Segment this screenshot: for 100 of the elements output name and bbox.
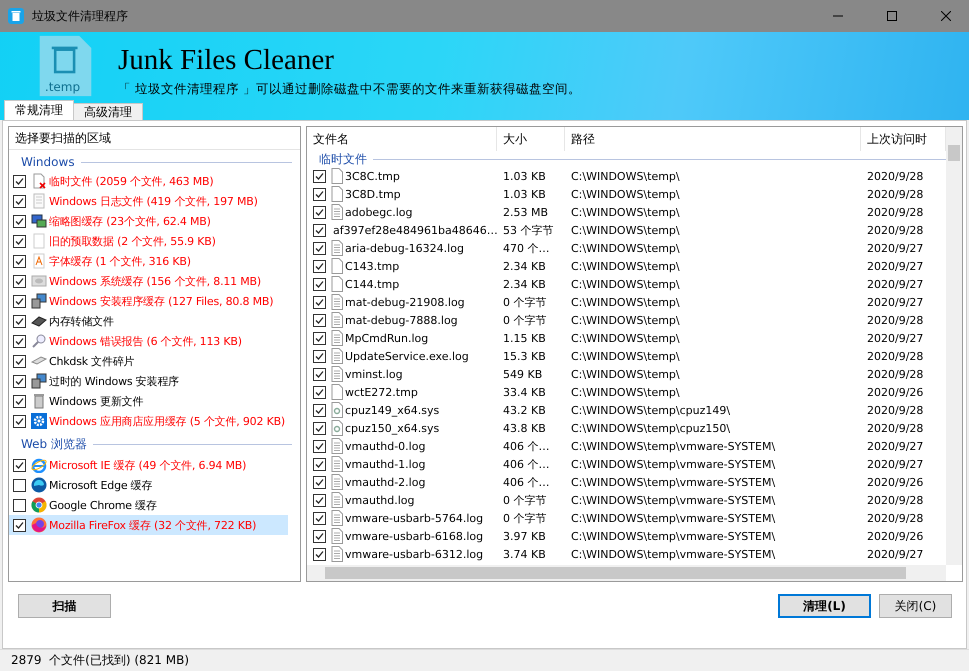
checkbox[interactable]: [313, 494, 326, 506]
checkbox[interactable]: [313, 422, 326, 434]
checkbox[interactable]: [13, 174, 26, 188]
checkbox[interactable]: [313, 530, 326, 542]
scan-area-item[interactable]: Chkdsk 文件碎片: [9, 351, 288, 371]
scan-area-item[interactable]: Windows 日志文件 (419 个文件, 197 MB): [9, 191, 288, 211]
checkbox[interactable]: [13, 478, 26, 492]
system-file-icon: [331, 402, 343, 418]
checkbox[interactable]: [13, 294, 26, 308]
text-file-icon: [331, 546, 343, 562]
checkbox[interactable]: [13, 194, 26, 208]
file-path: C:\WINDOWS\temp\: [571, 224, 680, 236]
file-path: C:\WINDOWS\temp\vmware-SYSTEM\: [571, 494, 776, 506]
window-title: 垃圾文件清理程序: [32, 8, 129, 24]
access-date: 2020/9/26: [867, 530, 924, 542]
checkbox[interactable]: [313, 188, 326, 200]
file-size: 0 个字节: [503, 492, 546, 508]
font-file-icon: [31, 253, 47, 269]
checkbox[interactable]: [313, 296, 326, 308]
checkbox[interactable]: [313, 242, 326, 254]
scan-area-item[interactable]: 缩略图缓存 (23个文件, 62.4 MB): [9, 211, 288, 231]
tab[interactable]: 常规清理: [4, 100, 74, 120]
file-path: C:\WINDOWS\temp\: [571, 278, 680, 290]
column-header[interactable]: 大小: [497, 127, 565, 151]
text-file-icon: [331, 348, 343, 364]
clean-button[interactable]: 清理(L): [778, 594, 871, 618]
file-name: vmauthd-0.log: [345, 440, 426, 452]
checkbox[interactable]: [313, 224, 326, 236]
scan-area-item[interactable]: Microsoft Edge 缓存: [9, 475, 288, 495]
file-path: C:\WINDOWS\temp\vmware-SYSTEM\: [571, 458, 776, 470]
checkbox[interactable]: [13, 214, 26, 228]
access-date: 2020/9/28: [867, 314, 924, 326]
checkbox[interactable]: [313, 206, 326, 218]
scan-area-item[interactable]: Windows 应用商店应用缓存 (5 个文件, 902 KB): [9, 411, 288, 431]
scan-area-item[interactable]: Windows 系统缓存 (156 个文件, 8.11 MB): [9, 271, 288, 291]
item-label: 缩略图缓存 (23个文件, 62.4 MB): [49, 214, 211, 228]
checkbox[interactable]: [13, 254, 26, 268]
checkbox[interactable]: [13, 314, 26, 328]
column-header[interactable]: 文件名: [307, 127, 497, 151]
checkbox[interactable]: [13, 414, 26, 428]
document-icon: [31, 193, 47, 209]
checkbox[interactable]: [13, 498, 26, 512]
scan-button[interactable]: 扫描: [18, 594, 111, 618]
checkbox[interactable]: [13, 334, 26, 348]
checkbox[interactable]: [313, 170, 326, 182]
checkbox[interactable]: [313, 440, 326, 452]
scan-area-item[interactable]: 内存转储文件: [9, 311, 288, 331]
checkbox[interactable]: [313, 476, 326, 488]
checkbox[interactable]: [313, 458, 326, 470]
checkbox[interactable]: [313, 404, 326, 416]
group-label: Windows: [21, 155, 75, 169]
maximize-icon: [887, 11, 897, 21]
file-size: 0 个字节: [503, 294, 546, 310]
checkbox[interactable]: [313, 386, 326, 398]
checkbox[interactable]: [313, 260, 326, 272]
scan-area-item[interactable]: 过时的 Windows 安装程序: [9, 371, 288, 391]
checkbox[interactable]: [313, 512, 326, 524]
close-dialog-button[interactable]: 关闭(C): [879, 594, 952, 618]
file-name: MpCmdRun.log: [345, 332, 428, 344]
file-size: 43.8 KB: [503, 422, 546, 434]
file-path: C:\WINDOWS\temp\: [571, 170, 680, 182]
file-name: vmware-usbarb-5764.log: [345, 512, 484, 524]
scan-area-item[interactable]: Windows 更新文件: [9, 391, 288, 411]
tab[interactable]: 高级清理: [73, 103, 143, 120]
column-header[interactable]: 路径: [565, 127, 861, 151]
checkbox[interactable]: [313, 350, 326, 362]
file-icon: [331, 258, 343, 274]
scan-area-item[interactable]: 旧的预取数据 (2 个文件, 55.9 KB): [9, 231, 288, 251]
window-icon: [31, 273, 47, 289]
scan-area-item[interactable]: 临时文件 (2059 个文件, 463 MB): [9, 171, 288, 191]
item-label: Windows 错误报告 (6 个文件, 113 KB): [49, 334, 242, 348]
checkbox[interactable]: [313, 548, 326, 560]
file-size: 406 个…: [503, 474, 550, 490]
checkbox[interactable]: [313, 368, 326, 380]
close-icon: [941, 11, 951, 21]
file-icon: [331, 276, 343, 292]
checkbox[interactable]: [13, 354, 26, 368]
file-name: 3C8C.tmp: [345, 170, 400, 182]
checkbox[interactable]: [13, 518, 26, 532]
file-path: C:\WINDOWS\temp\: [571, 242, 680, 254]
access-date: 2020/9/28: [867, 422, 924, 434]
scan-area-item[interactable]: Google Chrome 缓存: [9, 495, 288, 515]
file-name: UpdateService.exe.log: [345, 350, 469, 362]
text-file-icon: [331, 240, 343, 256]
app-description: 「 垃圾文件清理程序 」可以通过删除磁盘中不需要的文件来重新获得磁盘空间。: [118, 81, 581, 98]
scan-area-item[interactable]: Microsoft IE 缓存 (49 个文件, 6.94 MB): [9, 455, 288, 475]
access-date: 2020/9/27: [867, 332, 924, 344]
checkbox[interactable]: [313, 278, 326, 290]
checkbox[interactable]: [13, 374, 26, 388]
file-name: vmware-usbarb-6312.log: [345, 548, 484, 560]
scan-area-item[interactable]: Windows 安装程序缓存 (127 Files, 80.8 MB): [9, 291, 288, 311]
checkbox[interactable]: [13, 234, 26, 248]
scan-area-item[interactable]: Windows 错误报告 (6 个文件, 113 KB): [9, 331, 288, 351]
checkbox[interactable]: [13, 394, 26, 408]
checkbox[interactable]: [313, 314, 326, 326]
checkbox[interactable]: [13, 274, 26, 288]
firefox-logo-icon: [31, 517, 47, 533]
scan-area-item[interactable]: 字体缓存 (1 个文件, 316 KB): [9, 251, 288, 271]
checkbox[interactable]: [313, 332, 326, 344]
checkbox[interactable]: [13, 458, 26, 472]
